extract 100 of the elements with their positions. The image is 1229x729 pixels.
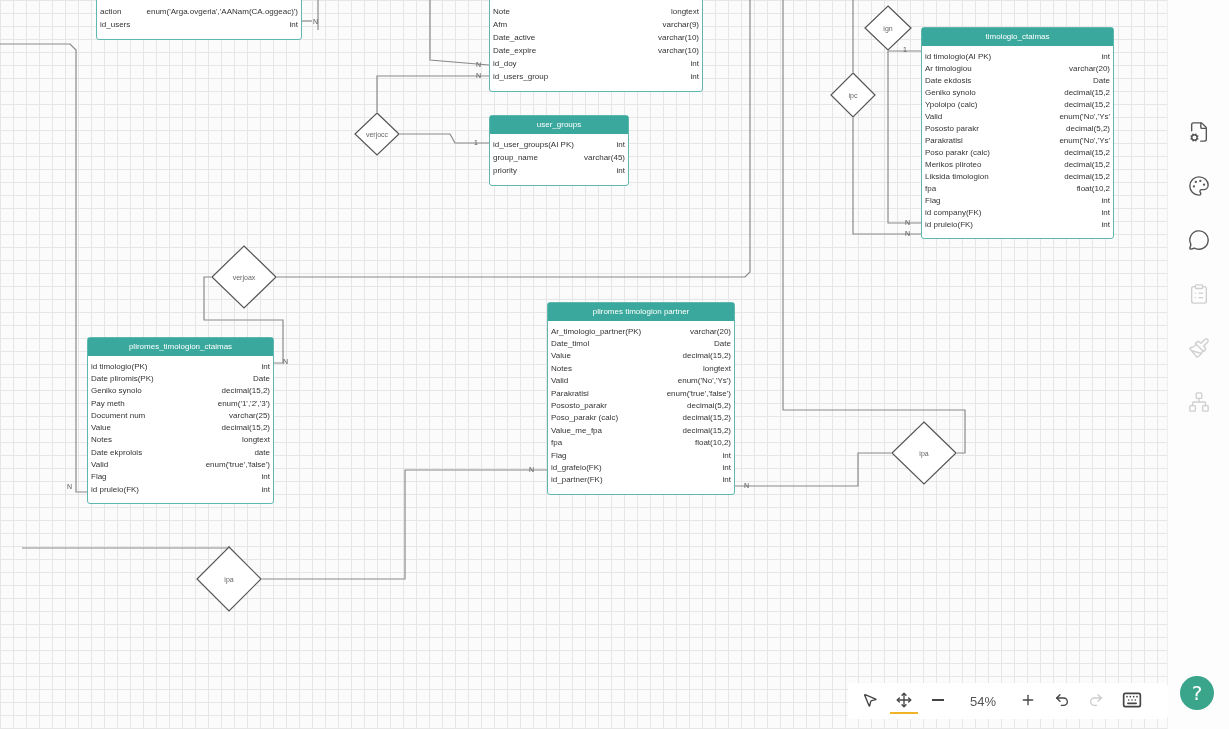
- column-name: Notes: [551, 363, 572, 373]
- column-name: Date ekprolois: [91, 447, 143, 457]
- undo-icon: [1054, 692, 1071, 708]
- move-icon: [896, 692, 912, 708]
- relationship-diamond: [891, 421, 957, 485]
- column-name: action: [100, 7, 122, 16]
- column-name: id_users: [100, 20, 131, 29]
- relationship-diamond: [196, 546, 262, 612]
- column-name: Date_timol: [551, 339, 590, 349]
- column-type: decimal(15,2: [1064, 171, 1110, 181]
- column-type: Date: [253, 373, 270, 383]
- relationship-diamond: [830, 72, 876, 118]
- column-type: int: [261, 472, 270, 482]
- column-name: id_partner(FK): [551, 475, 603, 485]
- column-type: longtext: [670, 7, 699, 16]
- column-type: int: [690, 72, 699, 81]
- column-type: varchar(25): [229, 410, 270, 420]
- column-name: Pososto_parakr: [551, 401, 608, 411]
- column-type: enum('No','Ys': [1059, 135, 1110, 145]
- column-name: Value: [91, 423, 111, 433]
- column-type: enum('No','Ys'): [677, 376, 731, 386]
- relationship-diamond: [864, 5, 912, 51]
- column-name: Ar_timologio_partner(PK): [551, 326, 642, 336]
- column-name: Parakratisi: [551, 388, 589, 398]
- column-name: Document num: [91, 410, 146, 420]
- column-name: id timologio(PK): [91, 361, 148, 371]
- column-name: Poso_parakr (calc): [551, 413, 619, 423]
- column-type: int: [722, 463, 731, 472]
- page-settings-icon: [1187, 121, 1210, 143]
- column-type: enum('true','false'): [666, 388, 731, 398]
- column-type: int: [1101, 207, 1110, 217]
- column-type: decimal(5,2): [1066, 123, 1110, 133]
- zoom-level: 54%: [969, 693, 998, 709]
- column-type: longtext: [241, 435, 270, 445]
- column-name: Date_active: [493, 33, 536, 42]
- column-type: date: [254, 447, 270, 457]
- keyboard-icon: [1122, 690, 1143, 710]
- column-name: Merikos pliroteo: [925, 159, 982, 169]
- column-type: varchar(20): [690, 326, 731, 336]
- column-name: Date pliromis(PK): [91, 373, 154, 383]
- column-type: float(10,2: [1076, 183, 1110, 193]
- column-name: Value_me_fpa: [551, 425, 602, 435]
- column-type: int: [261, 484, 270, 494]
- table-title: user_groups: [490, 116, 628, 134]
- column-type: int: [1101, 51, 1110, 61]
- column-type: decimal(15,2: [1064, 159, 1110, 169]
- column-type: int: [1101, 219, 1110, 229]
- column-type: int: [616, 140, 625, 149]
- minus-icon: [932, 699, 944, 701]
- column-type: decimal(15,2): [221, 423, 270, 433]
- relationship-diamond: [354, 112, 400, 156]
- table-title: timologio_ctaimas: [922, 28, 1113, 46]
- brush-icon: [1187, 337, 1210, 359]
- column-name: Liksida timologion: [925, 171, 989, 181]
- column-name: id company(FK): [925, 207, 982, 217]
- column-type: enum('Arga.ovgeria','AANam(CA.oggeac)'): [146, 7, 298, 16]
- comment-icon: [1187, 229, 1210, 251]
- palette-icon: [1187, 175, 1210, 197]
- column-type: decimal(15,2): [221, 386, 270, 396]
- column-name: Notes: [91, 435, 112, 445]
- column-type: enum('1','2','3'): [217, 398, 270, 408]
- column-name: Poso parakr (calc): [925, 147, 990, 157]
- column-name: Ar timologiou: [925, 63, 972, 73]
- column-type: int: [1101, 195, 1110, 205]
- column-name: id pruleio(FK): [925, 219, 973, 229]
- hierarchy-icon: [1187, 391, 1210, 413]
- column-name: Valid: [551, 376, 569, 386]
- column-name: fpa: [551, 438, 563, 448]
- column-type: decimal(15,2): [682, 425, 731, 435]
- column-name: Date ekdosis: [925, 75, 972, 85]
- column-type: varchar(10): [658, 46, 699, 55]
- column-name: Valid: [925, 111, 943, 121]
- column-name: id pruleio(FK): [91, 484, 139, 494]
- column-name: group_name: [493, 153, 538, 162]
- column-type: int: [289, 20, 298, 29]
- column-name: priority: [493, 166, 517, 175]
- column-name: id_grafeio(FK): [551, 463, 602, 472]
- column-type: decimal(15,2: [1064, 87, 1110, 97]
- column-type: int: [722, 475, 731, 485]
- table-title: pliromes timologion partner: [548, 303, 734, 321]
- relationship-diamond: [211, 245, 277, 309]
- column-type: enum('true','false'): [205, 460, 270, 469]
- column-name: Flag: [91, 472, 107, 482]
- pointer-icon: [862, 692, 878, 708]
- column-name: Flag: [551, 450, 567, 460]
- redo-icon: [1088, 692, 1105, 708]
- column-type: decimal(5,2): [687, 401, 731, 411]
- column-name: Ypoloipo (calc): [925, 99, 978, 109]
- column-name: id_doy: [493, 59, 517, 68]
- column-name: Value: [551, 351, 571, 361]
- column-name: Pay meth: [91, 398, 125, 408]
- column-name: Afm: [493, 20, 508, 29]
- column-name: Geniko synolo: [925, 87, 976, 97]
- column-name: id_user_groups(AI PK): [493, 140, 574, 149]
- column-name: Pososto parakr: [925, 123, 979, 133]
- column-name: Flag: [925, 195, 941, 205]
- column-type: varchar(10): [658, 33, 699, 42]
- column-name: Date_expire: [493, 46, 537, 55]
- column-type: int: [261, 361, 270, 371]
- column-type: int: [690, 59, 699, 68]
